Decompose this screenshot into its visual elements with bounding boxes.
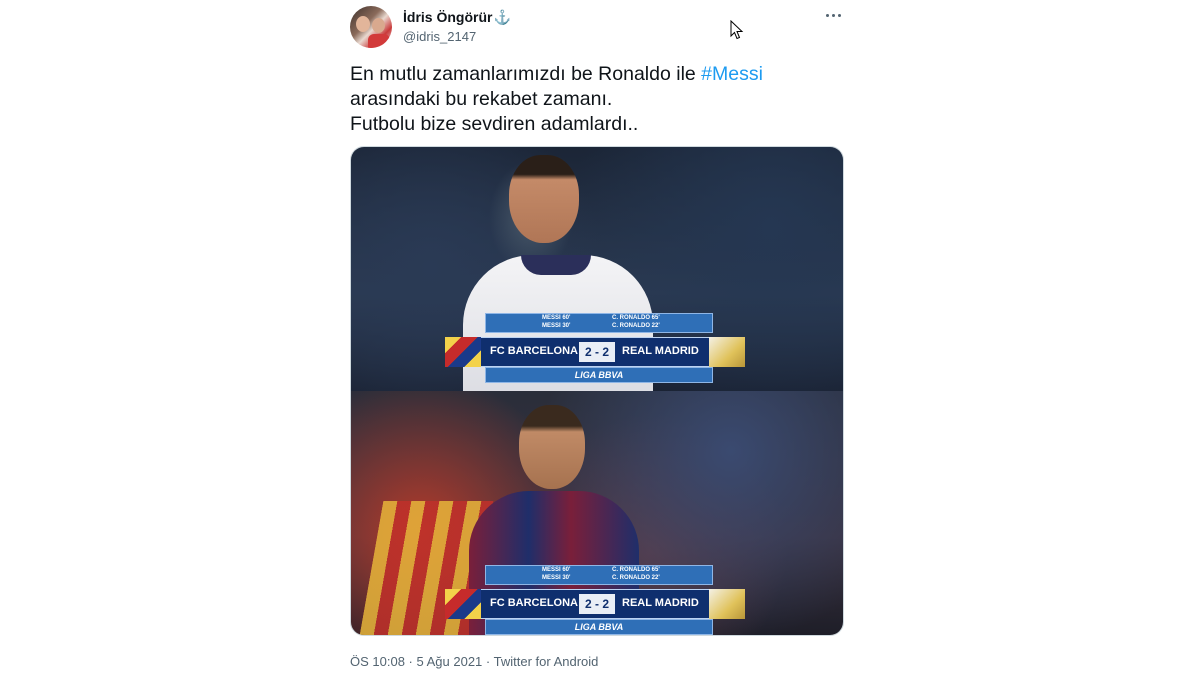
scorer-right-2: C. RONALDO 22' — [612, 323, 660, 329]
real-madrid-crest-icon — [709, 589, 745, 619]
scorer-left-1: MESSI 60' — [542, 315, 571, 321]
meta-separator: · — [404, 654, 417, 669]
tweet: İdris Öngörür⚓ @idris_2147 En mutlu zama… — [350, 0, 844, 675]
barcelona-crest-icon — [445, 589, 481, 619]
tweet-time[interactable]: ÖS 10:08 — [350, 654, 405, 669]
league-label: LIGA BBVA — [485, 367, 713, 383]
tweet-line-3: Futbolu bize sevdiren adamlardı.. — [350, 113, 639, 135]
scoreboard: MESSI 60' MESSI 30' C. RONALDO 65' C. RO… — [445, 313, 745, 387]
real-madrid-crest-icon — [709, 337, 745, 367]
tweet-source[interactable]: Twitter for Android — [494, 654, 599, 669]
player-head — [509, 155, 579, 243]
score: 2 - 2 — [579, 342, 615, 362]
tweet-media[interactable]: MESSI 60' MESSI 30' C. RONALDO 65' C. RO… — [350, 146, 844, 636]
league-label: LIGA BBVA — [485, 619, 713, 635]
score: 2 - 2 — [579, 594, 615, 614]
author-name-text: İdris Öngörür — [403, 9, 493, 25]
author-name[interactable]: İdris Öngörür⚓ — [403, 9, 511, 26]
player-head — [519, 405, 585, 489]
avatar-face — [372, 18, 385, 33]
hashtag-link[interactable]: #Messi — [701, 63, 763, 85]
photo-ronaldo: MESSI 60' MESSI 30' C. RONALDO 65' C. RO… — [351, 147, 843, 391]
away-team: REAL MADRID — [622, 345, 699, 357]
avatar-shirt — [368, 34, 390, 48]
scorer-right-2: C. RONALDO 22' — [612, 575, 660, 581]
barcelona-crest-icon — [445, 337, 481, 367]
tweet-text-part: En mutlu zamanlarımızdı be Ronaldo ile — [350, 63, 702, 85]
home-team: FC BARCELONA — [490, 597, 578, 609]
player-collar — [521, 255, 591, 275]
scorer-left-2: MESSI 30' — [542, 323, 571, 329]
home-team: FC BARCELONA — [490, 345, 578, 357]
more-options-icon[interactable] — [824, 4, 844, 24]
meta-separator: · — [482, 654, 494, 669]
scorer-left-1: MESSI 60' — [542, 567, 571, 573]
avatar-face — [356, 16, 370, 32]
scorers-box: MESSI 60' MESSI 30' C. RONALDO 65' C. RO… — [485, 565, 713, 585]
tweet-meta: ÖS 10:08 · 5 Ağu 2021 · Twitter for Andr… — [350, 654, 598, 669]
mouse-cursor-icon — [730, 20, 744, 40]
avatar[interactable] — [350, 6, 392, 48]
tweet-text: En mutlu zamanlarımızdı be Ronaldo ile #… — [350, 62, 763, 137]
photo-messi: MESSI 60' MESSI 30' C. RONALDO 65' C. RO… — [351, 391, 843, 635]
away-team: REAL MADRID — [622, 597, 699, 609]
anchor-emoji: ⚓ — [493, 9, 511, 25]
tweet-line-1: En mutlu zamanlarımızdı be Ronaldo ile #… — [350, 62, 763, 87]
score-bar: FC BARCELONA 2 - 2 REAL MADRID — [445, 589, 745, 619]
tweet-date[interactable]: 5 Ağu 2021 — [417, 654, 483, 669]
scoreboard: MESSI 60' MESSI 30' C. RONALDO 65' C. RO… — [445, 565, 745, 635]
scorer-right-1: C. RONALDO 65' — [612, 315, 660, 321]
scorers-box: MESSI 60' MESSI 30' C. RONALDO 65' C. RO… — [485, 313, 713, 333]
author-handle[interactable]: @idris_2147 — [403, 29, 476, 44]
scorer-left-2: MESSI 30' — [542, 575, 571, 581]
scorer-right-1: C. RONALDO 65' — [612, 567, 660, 573]
tweet-line-2: arasındaki bu rekabet zamanı. — [350, 88, 613, 110]
score-bar: FC BARCELONA 2 - 2 REAL MADRID — [445, 337, 745, 367]
